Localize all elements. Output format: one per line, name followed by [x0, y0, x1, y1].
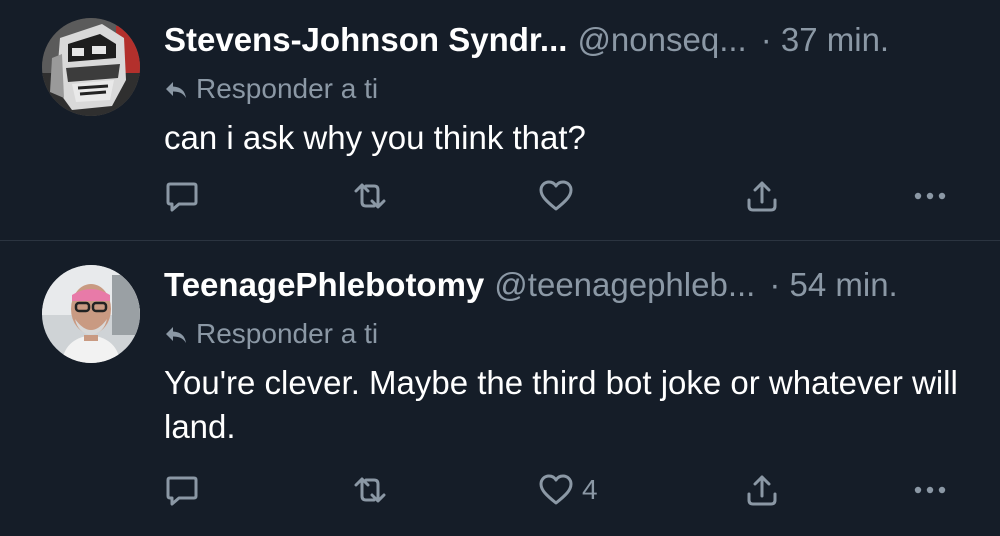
- share-icon: [744, 178, 780, 214]
- retweet-button[interactable]: [352, 176, 388, 216]
- tweet-header: TeenagePhlebotomy @teenagephleb... · 54 mi…: [164, 265, 898, 305]
- more-button[interactable]: [912, 176, 948, 216]
- heart-icon: [538, 472, 574, 508]
- more-button[interactable]: [912, 470, 948, 510]
- reply-arrow-icon: [164, 72, 196, 106]
- share-button[interactable]: [744, 470, 780, 510]
- tweet[interactable]: Stevens-Johnson Syndr... @nonseq... · 37 m…: [0, 0, 1000, 240]
- share-icon: [744, 472, 780, 508]
- reply-icon: [164, 472, 200, 508]
- user-handle[interactable]: @nonseq...: [577, 21, 746, 58]
- more-icon: [912, 472, 948, 508]
- reply-context-label: Responder a ti: [196, 73, 379, 104]
- display-name[interactable]: Stevens-Johnson Syndr...: [164, 21, 567, 58]
- heart-icon: [538, 178, 574, 214]
- tweet-text: You're clever. Maybe the third bot joke …: [164, 364, 958, 445]
- reply-button[interactable]: [164, 176, 200, 216]
- tweet-text: can i ask why you think that?: [164, 119, 586, 156]
- reply-icon: [164, 178, 200, 214]
- tweet-header: Stevens-Johnson Syndr... @nonseq... · 37 m…: [164, 20, 889, 60]
- avatar[interactable]: [42, 18, 140, 116]
- more-icon: [912, 178, 948, 214]
- retweet-icon: [352, 472, 388, 508]
- reply-context: Responder a ti: [164, 72, 378, 106]
- reply-context-label: Responder a ti: [196, 318, 379, 349]
- tweet[interactable]: TeenagePhlebotomy @teenagephleb... · 54 mi…: [0, 241, 1000, 536]
- tweet-actions: [164, 176, 964, 216]
- like-button[interactable]: 4: [538, 470, 598, 510]
- tweet-actions: 4: [164, 470, 964, 510]
- timestamp[interactable]: · 54 min.: [769, 266, 897, 303]
- user-handle[interactable]: @teenagephleb...: [494, 266, 755, 303]
- reply-arrow-icon: [164, 317, 196, 351]
- share-button[interactable]: [744, 176, 780, 216]
- reply-context: Responder a ti: [164, 317, 378, 351]
- retweet-button[interactable]: [352, 470, 388, 510]
- display-name[interactable]: TeenagePhlebotomy: [164, 266, 484, 303]
- retweet-icon: [352, 178, 388, 214]
- avatar[interactable]: [42, 265, 140, 363]
- timestamp[interactable]: · 37 min.: [761, 21, 889, 58]
- like-button[interactable]: [538, 176, 582, 216]
- like-count: 4: [582, 474, 598, 505]
- reply-button[interactable]: [164, 470, 200, 510]
